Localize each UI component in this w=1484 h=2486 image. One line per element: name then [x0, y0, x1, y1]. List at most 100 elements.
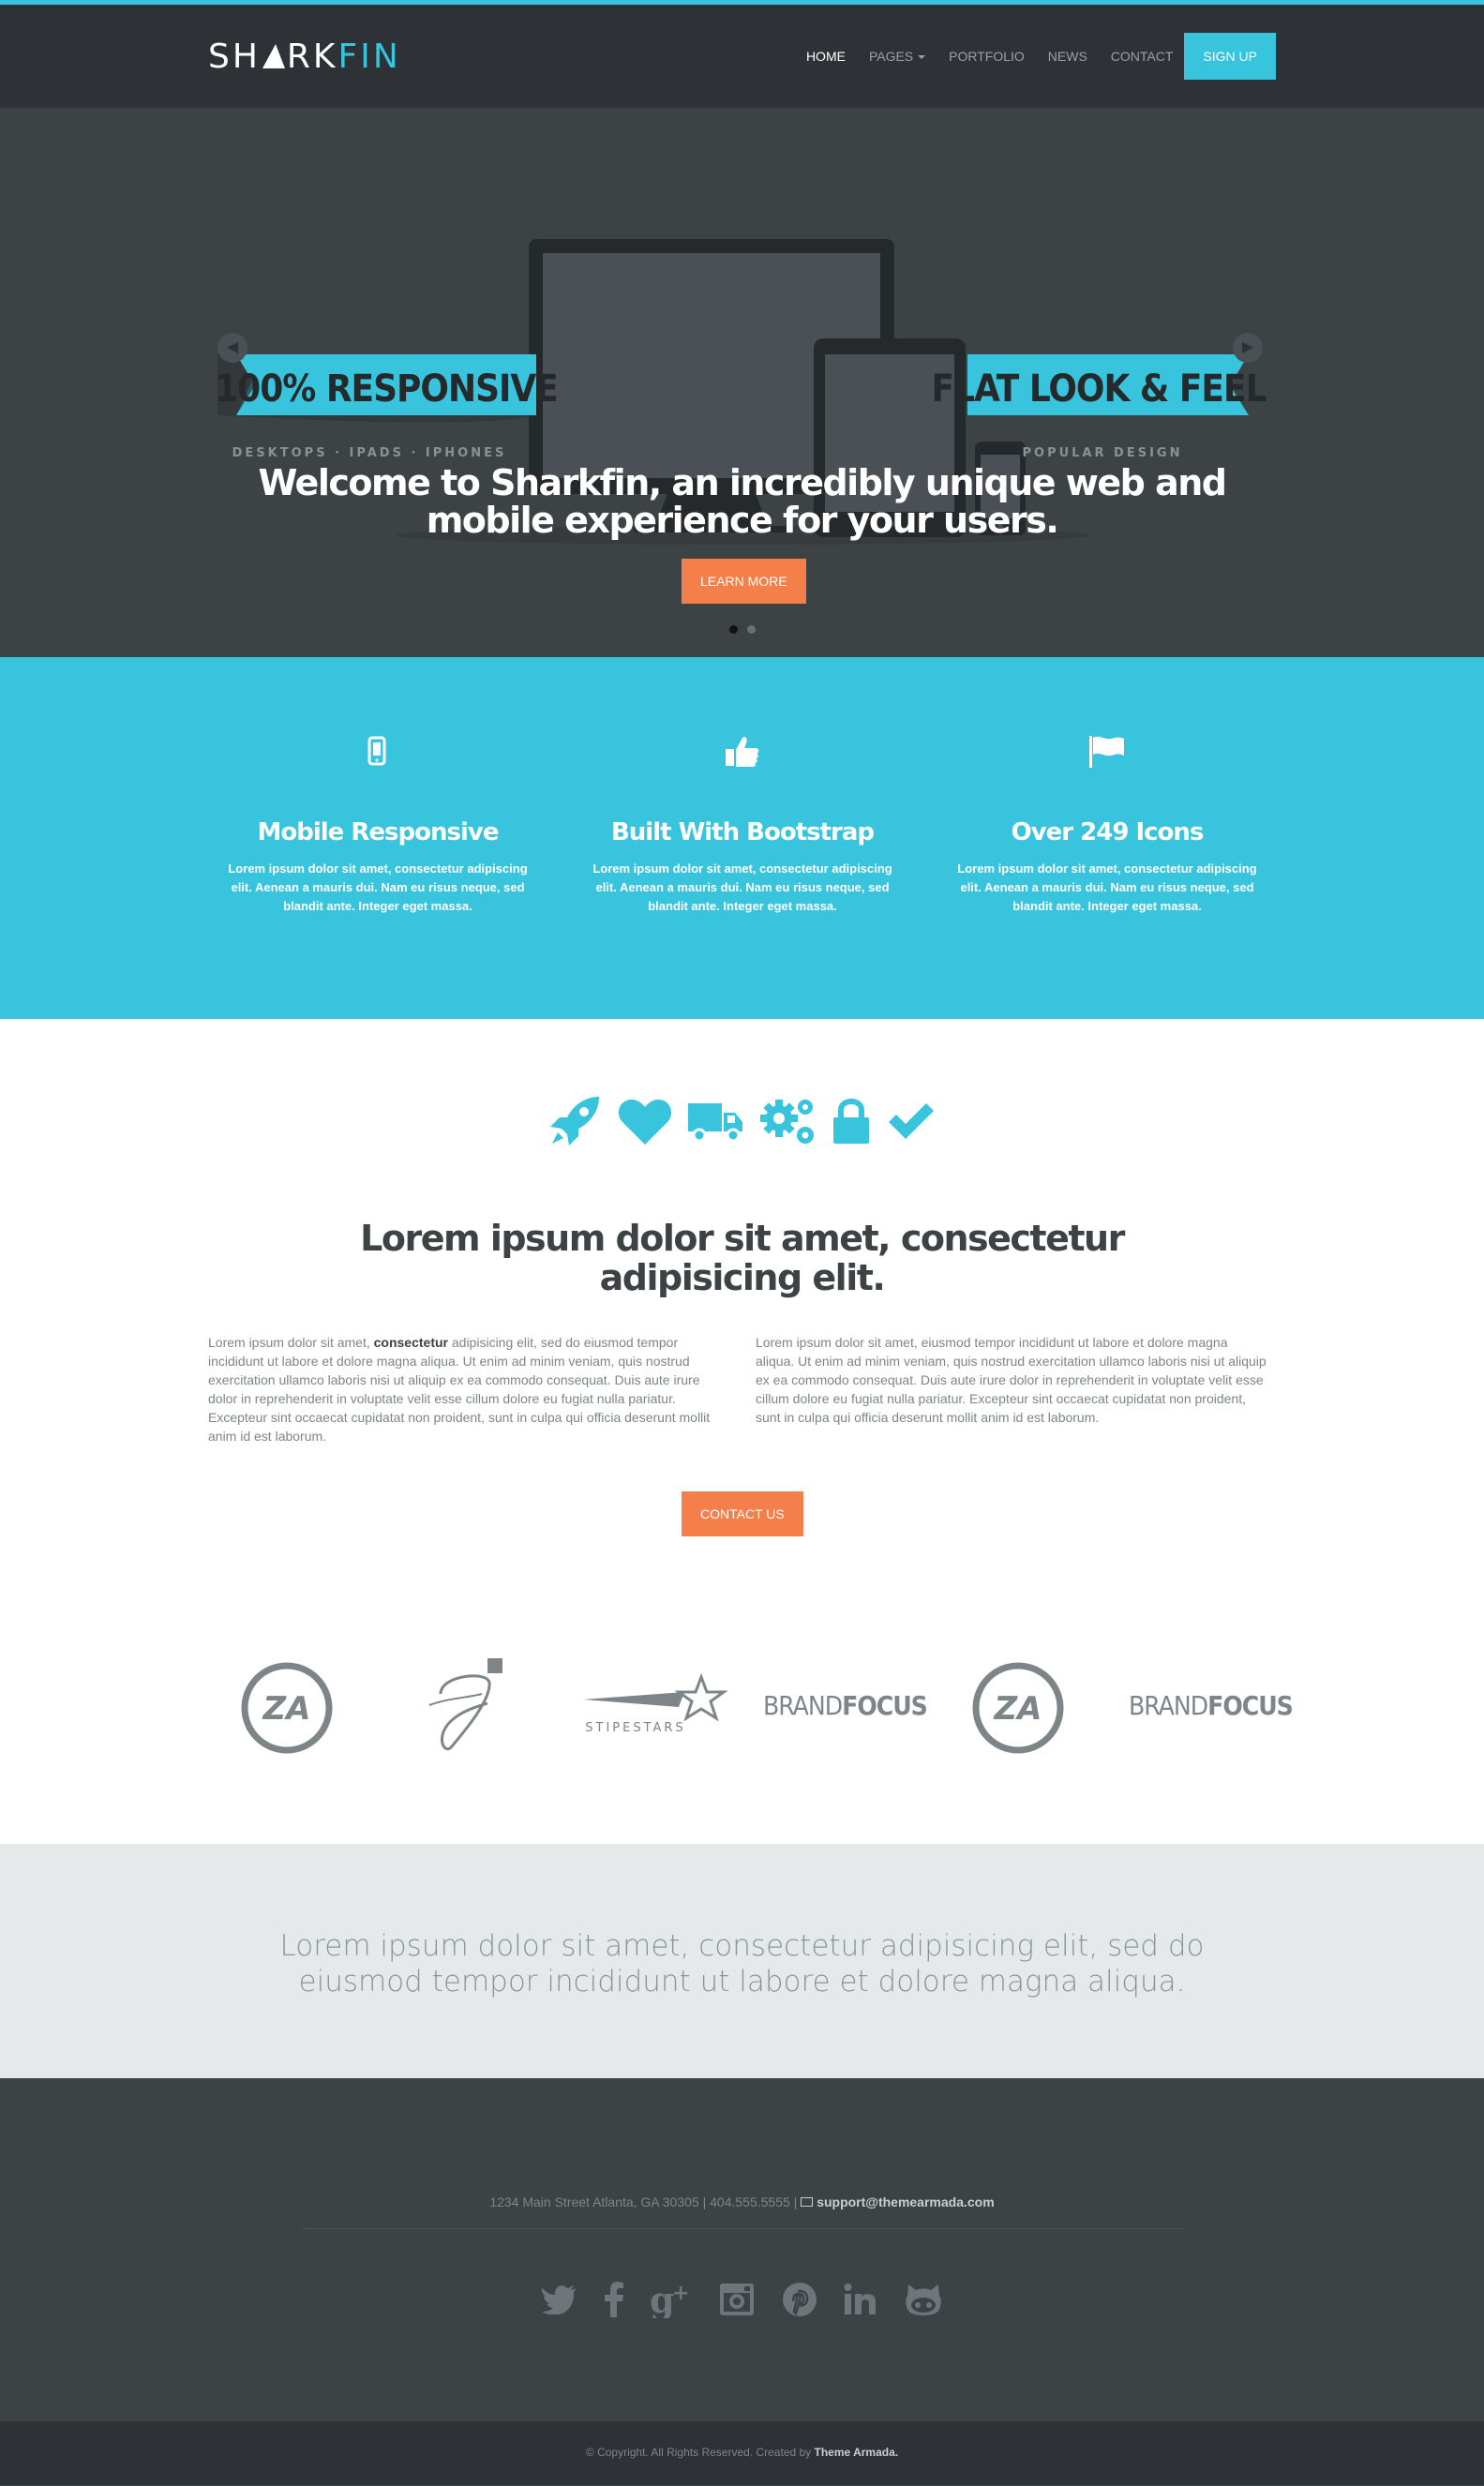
footer-address-text: 1234 Main Street Atlanta, GA 30305 | 404…: [489, 2194, 798, 2209]
copyright-pre: © Copyright. All Rights Reserved. Create…: [585, 2446, 812, 2459]
banner-right-subtitle: POPULAR DESIGN: [1023, 446, 1183, 460]
contact-us-button[interactable]: CONTACT US: [682, 1491, 803, 1536]
thumbs-up-icon: [592, 732, 892, 770]
linkedin-icon[interactable]: [844, 2283, 877, 2321]
facebook-icon[interactable]: [604, 2282, 623, 2322]
hero-headline-line2: mobile experience for your users.: [426, 500, 1059, 541]
banner-left-subtitle: DESKTOPS · IPADS · IPHONES: [232, 446, 507, 460]
nav-contact[interactable]: CONTACT: [1111, 49, 1174, 64]
slider-next-arrow-icon[interactable]: ▶: [1233, 333, 1263, 363]
brand-logo-stipestars: STIPESTARS: [583, 1673, 728, 1735]
copyright-text: © Copyright. All Rights Reserved. Create…: [0, 2446, 1484, 2459]
brand-focus-text: FOCUS: [842, 1690, 928, 1721]
footer-divider: [302, 2228, 1183, 2229]
twitter-icon[interactable]: [541, 2284, 577, 2319]
intro-text-left: Lorem ipsum dolor sit amet, consectetur …: [208, 1333, 719, 1445]
instagram-icon[interactable]: [718, 2282, 756, 2322]
banner-right-ribbon: FLAT LOOK & FEEL: [931, 354, 1267, 415]
flag-icon: [957, 732, 1257, 770]
slider-dot[interactable]: [747, 625, 756, 634]
intro-section: Lorem ipsum dolor sit amet, consectetur …: [0, 1019, 1484, 1844]
feature-mobile-responsive: Mobile Responsive Lorem ipsum dolor sit …: [228, 732, 528, 916]
svg-text:g: g: [650, 2281, 675, 2318]
brand-logo-za: ZA: [241, 1662, 333, 1754]
sign-up-button[interactable]: SIGN UP: [1184, 33, 1276, 80]
site-header: SH RKFIN HOME PAGES PORTFOLIO NEWS CONTAC…: [0, 5, 1484, 108]
brand-za-text: ZA: [262, 1690, 311, 1728]
heart-icon: [618, 1100, 671, 1145]
brand-logos: ZA STIPESTARS BRANDFOCUS ZA BRANDFOCUS: [208, 1656, 1294, 1760]
intro-heading-line1: Lorem ipsum dolor sit amet, consectetur: [360, 1218, 1125, 1259]
pinterest-icon[interactable]: [782, 2282, 817, 2322]
site-footer: 1234 Main Street Atlanta, GA 30305 | 404…: [0, 2078, 1484, 2421]
quote-text: Lorem ipsum dolor sit amet, consectetur …: [0, 1928, 1484, 1999]
feature-built-with-bootstrap: Built With Bootstrap Lorem ipsum dolor s…: [592, 732, 892, 916]
footer-email-link[interactable]: support@themearmada.com: [817, 2194, 994, 2209]
main-nav: HOME PAGES PORTFOLIO NEWS CONTACT SIGN U…: [783, 33, 1276, 80]
slider-dot[interactable]: [729, 625, 738, 634]
intro-text-left-bold: consectetur: [373, 1335, 448, 1350]
feature-text: Lorem ipsum dolor sit amet, consectetur …: [592, 861, 892, 913]
feature-text: Lorem ipsum dolor sit amet, consectetur …: [957, 861, 1257, 913]
feature-title: Built With Bootstrap: [610, 818, 875, 846]
brand-stipestars-text: STIPESTARS: [585, 1721, 685, 1735]
intro-text-right: Lorem ipsum dolor sit amet, eiusmod temp…: [756, 1335, 1267, 1425]
logo[interactable]: SH RKFIN: [208, 37, 401, 76]
logo-text-rk: RK: [286, 37, 338, 76]
brand-brand-text: BRAND: [763, 1690, 843, 1721]
feature-title: Over 249 Icons: [1011, 818, 1205, 846]
intro-heading-line2: adipisicing elit.: [599, 1257, 886, 1298]
checkmark-icon: [888, 1103, 934, 1139]
feature-text: Lorem ipsum dolor sit amet, consectetur …: [228, 861, 528, 913]
hero-headline: Welcome to Sharkfin, an incredibly uniqu…: [0, 464, 1484, 539]
brand-logo-brandfocus: BRANDFOCUS: [763, 1690, 928, 1721]
features-section: Mobile Responsive Lorem ipsum dolor sit …: [0, 657, 1484, 1019]
intro-text-left-pre: Lorem ipsum dolor sit amet,: [208, 1335, 374, 1350]
brand-brand-text: BRAND: [1129, 1690, 1208, 1721]
slider-dots: [729, 622, 765, 638]
learn-more-button[interactable]: LEARN MORE: [682, 559, 806, 604]
quote-line2: eiusmod tempor incididunt ut labore et d…: [298, 1965, 1186, 1999]
brand-logo-za-2: ZA: [972, 1662, 1064, 1754]
nav-portfolio[interactable]: PORTFOLIO: [949, 49, 1025, 64]
nav-news[interactable]: NEWS: [1048, 49, 1087, 64]
theme-armada-link[interactable]: Theme Armada.: [815, 2446, 899, 2459]
banner-left-ribbon: 100% RESPONSIVE: [217, 354, 559, 423]
gears-icon: [759, 1100, 814, 1144]
brand-logo-j-script: [428, 1658, 502, 1750]
nav-pages[interactable]: PAGES: [868, 49, 926, 64]
svg-text:+: +: [672, 2282, 689, 2305]
social-links: g +: [0, 2279, 1484, 2323]
quote-section: Lorem ipsum dolor sit amet, consectetur …: [0, 1844, 1484, 2078]
banner-right-text: FLAT LOOK & FEEL: [931, 367, 1266, 411]
github-icon[interactable]: [905, 2283, 942, 2321]
intro-text-left-post: adipisicing elit, sed do eiusmod tempor …: [208, 1335, 711, 1444]
quote-line1: Lorem ipsum dolor sit amet, consectetur …: [279, 1929, 1205, 1963]
page: SH RKFIN HOME PAGES PORTFOLIO NEWS CONTAC…: [0, 0, 1484, 2486]
feature-over-249-icons: Over 249 Icons Lorem ipsum dolor sit ame…: [957, 732, 1257, 916]
brand-za-text: ZA: [994, 1690, 1042, 1728]
truck-icon: [688, 1103, 743, 1143]
mobile-phone-icon: [228, 732, 528, 770]
google-plus-icon[interactable]: g +: [650, 2279, 691, 2323]
envelope-icon: [801, 2197, 814, 2208]
nav-pages-label: PAGES: [868, 49, 914, 64]
hero-headline-line1: Welcome to Sharkfin, an incredibly uniqu…: [258, 462, 1227, 503]
brand-focus-text: FOCUS: [1207, 1690, 1294, 1721]
brand-logo-brandfocus-2: BRANDFOCUS: [1129, 1690, 1294, 1721]
lock-icon: [833, 1099, 870, 1144]
intro-heading: Lorem ipsum dolor sit amet, consectetur …: [0, 1219, 1484, 1297]
logo-text-fin: FIN: [337, 37, 401, 76]
logo-text-sh: SH: [208, 37, 261, 76]
slider-prev-arrow-icon[interactable]: ◀: [217, 333, 247, 363]
banner-left-text: 100% RESPONSIVE: [217, 367, 558, 411]
shark-fin-icon: [262, 44, 285, 68]
icon-row: [0, 1094, 1484, 1148]
nav-home[interactable]: HOME: [806, 49, 846, 64]
caret-down-icon: [918, 55, 926, 60]
footer-address: 1234 Main Street Atlanta, GA 30305 | 404…: [0, 2194, 1484, 2209]
feature-title: Mobile Responsive: [257, 818, 500, 846]
rocket-icon: [550, 1097, 600, 1146]
hero-slider: 100% RESPONSIVE DESKTOPS · IPADS · IPHON…: [0, 108, 1484, 657]
copyright-bar: © Copyright. All Rights Reserved. Create…: [0, 2421, 1484, 2485]
